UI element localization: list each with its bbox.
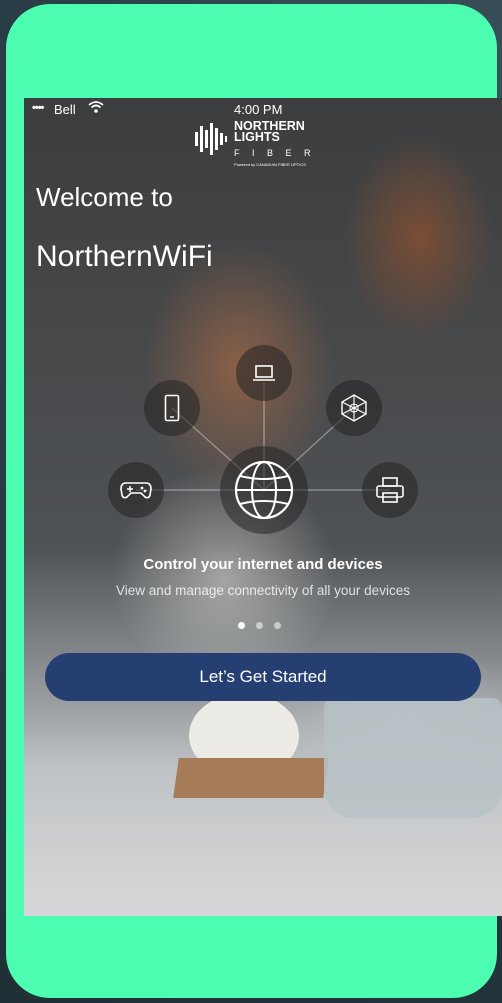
slide-subtitle: View and manage connectivity of all your… bbox=[116, 583, 410, 598]
device-hub-illustration bbox=[24, 98, 502, 916]
slide-title: Control your internet and devices bbox=[143, 556, 383, 573]
page-indicator bbox=[236, 622, 296, 630]
app-screen: •••• Bell 4:00 PM NORTHERN LIGHTS F I B … bbox=[24, 98, 502, 916]
gamepad-icon bbox=[120, 482, 152, 499]
laptop-node bbox=[236, 345, 292, 401]
page-dot-3[interactable] bbox=[274, 622, 281, 629]
network-icon bbox=[341, 394, 367, 422]
printer-icon bbox=[376, 477, 404, 503]
get-started-button[interactable]: Let’s Get Started bbox=[45, 653, 481, 701]
globe-icon bbox=[234, 460, 294, 520]
laptop-icon bbox=[253, 365, 275, 381]
page-dot-1[interactable] bbox=[238, 622, 245, 629]
phone-frame: •••• Bell 4:00 PM NORTHERN LIGHTS F I B … bbox=[6, 4, 502, 998]
phone-icon bbox=[164, 394, 180, 422]
gamepad-node bbox=[108, 462, 164, 518]
printer-node bbox=[362, 462, 418, 518]
network-node bbox=[326, 380, 382, 436]
page-dot-2[interactable] bbox=[256, 622, 263, 629]
phone-node bbox=[144, 380, 200, 436]
internet-hub-node bbox=[220, 446, 308, 534]
